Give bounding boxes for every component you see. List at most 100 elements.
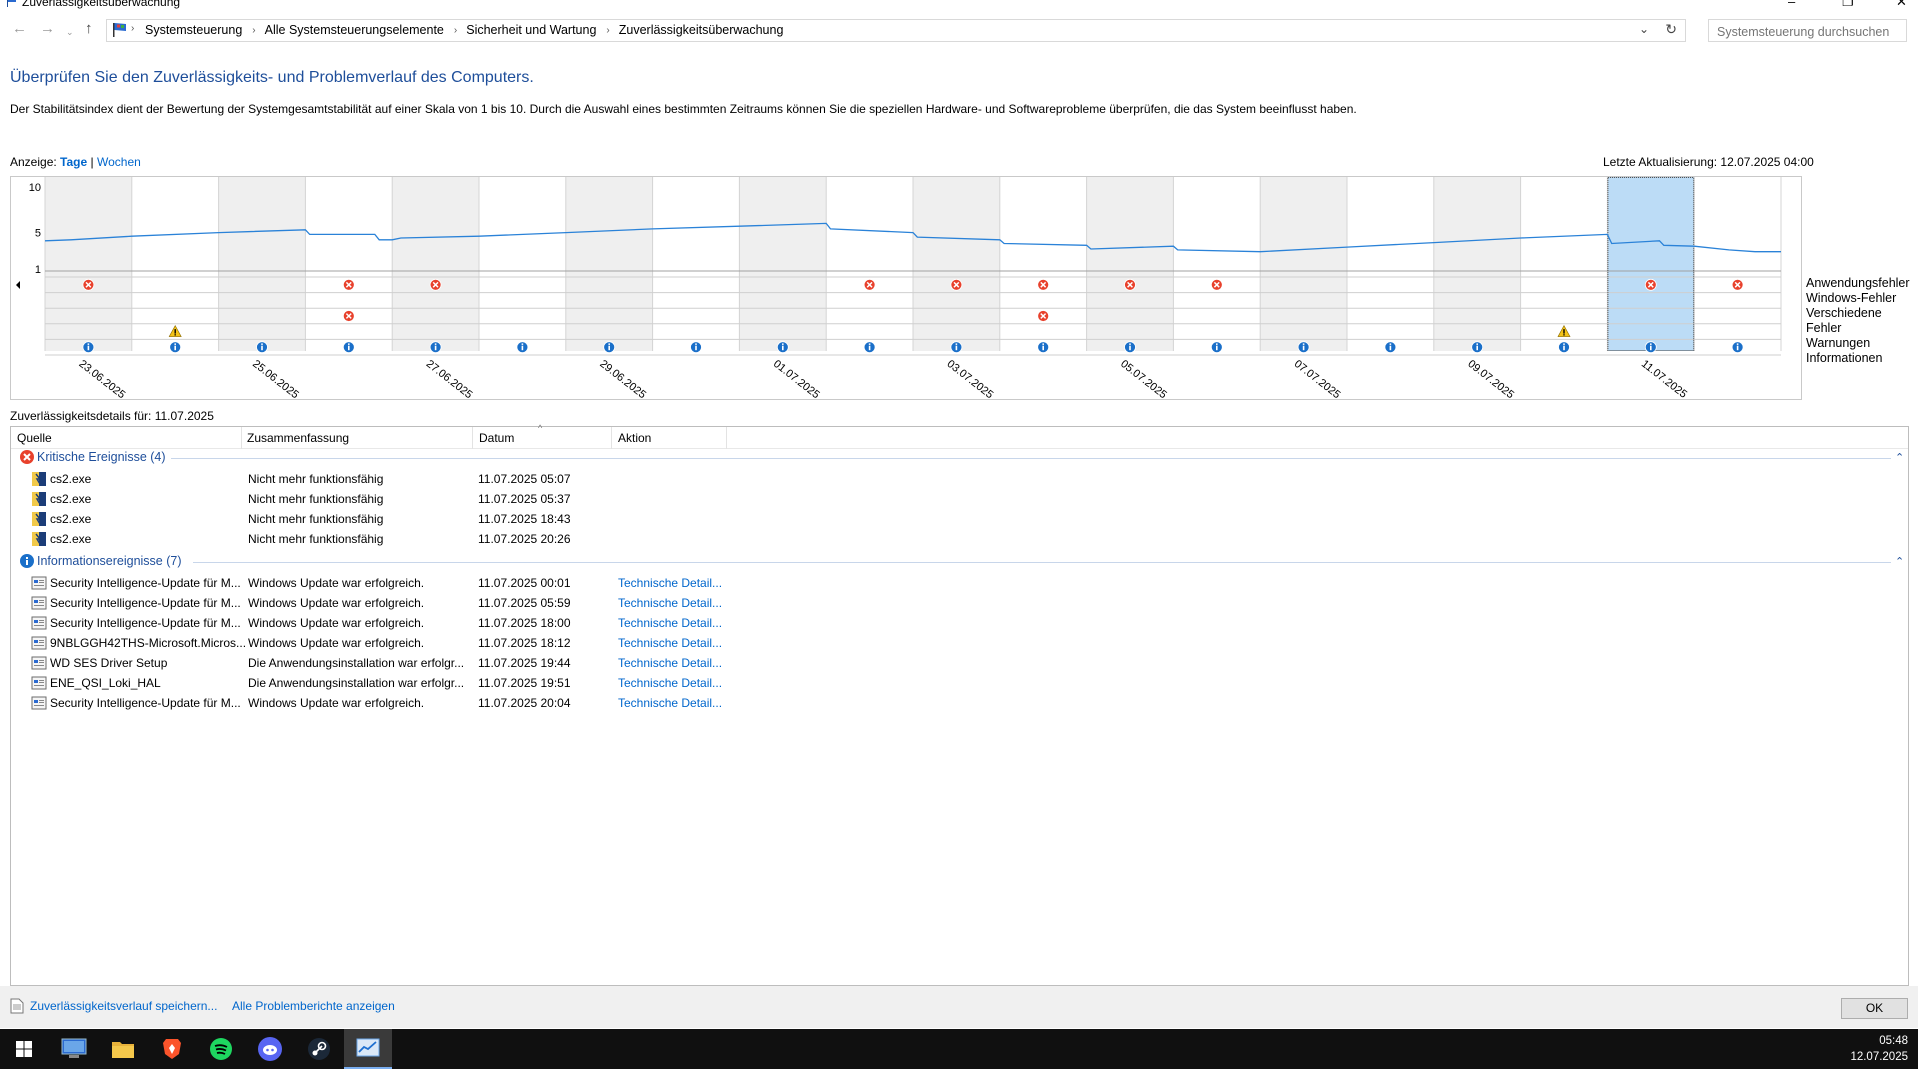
- steam-icon[interactable]: [295, 1029, 343, 1069]
- back-arrow-icon[interactable]: ←: [12, 21, 27, 37]
- up-arrow-icon[interactable]: ↑: [85, 21, 93, 37]
- row-date: 11.07.2025 05:37: [478, 492, 571, 506]
- table-row[interactable]: cs2.exe Nicht mehr funktionsfähig 11.07.20…: [11, 529, 1908, 549]
- table-row[interactable]: cs2.exe Nicht mehr funktionsfähig 11.07.20…: [11, 489, 1908, 509]
- brave-browser-icon[interactable]: [148, 1029, 196, 1069]
- collapse-chevron-icon[interactable]: ⌃: [1895, 451, 1904, 464]
- x-tick-label: 03.07.2025: [945, 358, 996, 399]
- crumb-all-items[interactable]: Alle Systemsteuerungselemente: [265, 23, 444, 37]
- technical-details-link[interactable]: Technische Detail...: [618, 656, 722, 670]
- discord-icon[interactable]: [246, 1029, 294, 1069]
- close-button[interactable]: ✕: [1896, 0, 1907, 10]
- address-bar[interactable]: › Systemsteuerung › Alle Systemsteuerungs…: [106, 19, 1686, 42]
- row-source: Security Intelligence-Update für M...: [50, 696, 241, 710]
- info-icon-dot: [1563, 343, 1565, 345]
- crumb-reliability-monitor[interactable]: Zuverlässigkeitsüberwachung: [619, 23, 784, 37]
- table-row[interactable]: cs2.exe Nicht mehr funktionsfähig 11.07.20…: [11, 509, 1908, 529]
- col-date[interactable]: Datum: [479, 431, 514, 445]
- col-summary[interactable]: Zusammenfassung: [247, 431, 349, 445]
- file-explorer-icon[interactable]: [99, 1029, 147, 1069]
- crumb-security-maintenance[interactable]: Sicherheit und Wartung: [466, 23, 596, 37]
- technical-details-link[interactable]: Technische Detail...: [618, 576, 722, 590]
- application-icon: [32, 472, 46, 486]
- info-icon-dot: [348, 343, 350, 345]
- row-source: cs2.exe: [50, 472, 92, 486]
- forward-arrow-icon[interactable]: →: [40, 21, 55, 37]
- windows-start-icon[interactable]: [0, 1029, 48, 1069]
- technical-details-link[interactable]: Technische Detail...: [618, 596, 722, 610]
- critical-events-title: Kritische Ereignisse (4): [37, 450, 166, 464]
- info-icon-dot: [1389, 343, 1392, 345]
- y-tick-label: 10: [29, 182, 41, 194]
- table-row[interactable]: WD SES Driver Setup Die Anwendungsinstall…: [11, 653, 1908, 673]
- control-panel-icon[interactable]: [50, 1029, 98, 1069]
- table-row[interactable]: Security Intelligence-Update für M... Win…: [11, 593, 1908, 613]
- table-row[interactable]: cs2.exe Nicht mehr funktionsfähig 11.07.20…: [11, 469, 1908, 489]
- table-row[interactable]: Security Intelligence-Update für M... Win…: [11, 573, 1908, 593]
- update-icon: [31, 656, 47, 670]
- technical-details-link[interactable]: Technische Detail...: [618, 616, 722, 630]
- row-summary: Nicht mehr funktionsfähig: [248, 492, 384, 506]
- x-tick-label: 07.07.2025: [1292, 358, 1343, 399]
- row-date: 11.07.2025 20:04: [478, 696, 571, 710]
- x-tick-label: 23.06.2025: [77, 358, 128, 399]
- selected-day-column: [1607, 177, 1695, 351]
- table-row[interactable]: Security Intelligence-Update für M... Win…: [11, 693, 1908, 713]
- address-dropdown-chevron-icon[interactable]: ⌄: [1639, 22, 1649, 36]
- search-input[interactable]: [1708, 19, 1907, 42]
- table-row[interactable]: 9NBLGGH42THS-Microsoft.Micros... Windows …: [11, 633, 1908, 653]
- info-icon-mark: [1736, 345, 1739, 351]
- col-source[interactable]: Quelle: [17, 431, 52, 445]
- critical-events-group[interactable]: Kritische Ereignisse (4): [19, 449, 166, 465]
- taskbar: 05:48 12.07.2025: [0, 1029, 1918, 1069]
- crumb-control-panel[interactable]: Systemsteuerung: [145, 23, 242, 37]
- breadcrumb-separator-icon: ›: [131, 23, 135, 34]
- save-history-link[interactable]: Zuverlässigkeitsverlauf speichern...: [30, 999, 217, 1013]
- info-icon-mark: [1476, 345, 1478, 351]
- view-weeks-link[interactable]: Wochen: [97, 155, 141, 169]
- taskbar-clock[interactable]: 05:48 12.07.2025: [1850, 1033, 1908, 1065]
- view-days-link[interactable]: Tage: [60, 155, 87, 169]
- application-icon: [32, 492, 46, 506]
- info-icon-mark: [521, 345, 524, 351]
- technical-details-link[interactable]: Technische Detail...: [618, 696, 722, 710]
- row-summary: Windows Update war erfolgreich.: [248, 636, 425, 650]
- information-events-group[interactable]: Informationsereignisse (7): [19, 553, 182, 569]
- group-divider: [171, 458, 1891, 459]
- table-row[interactable]: Security Intelligence-Update für M... Win…: [11, 613, 1908, 633]
- info-icon-mark: [1129, 345, 1131, 351]
- info-icon-mark: [434, 345, 437, 351]
- technical-details-link[interactable]: Technische Detail...: [618, 636, 722, 650]
- col-action[interactable]: Aktion: [618, 431, 651, 445]
- chevron-right-icon: ›: [252, 24, 256, 36]
- window-title: Zuverlässigkeitsüberwachung: [22, 0, 181, 9]
- all-reports-link[interactable]: Alle Problemberichte anzeigen: [232, 999, 395, 1013]
- info-icon-dot: [174, 343, 176, 345]
- ok-button[interactable]: OK: [1841, 998, 1908, 1019]
- column-header: Quelle Zusammenfassung Datum ^ Aktion: [11, 423, 1908, 449]
- collapse-chevron-icon[interactable]: ⌃: [1895, 555, 1904, 568]
- info-icon-dot: [1650, 343, 1652, 345]
- recent-locations-chevron-icon[interactable]: ⌄: [66, 24, 74, 40]
- row-source: 9NBLGGH42THS-Microsoft.Micros...: [50, 636, 247, 650]
- legend-misc-errors: Verschiedene Fehler: [1806, 306, 1882, 335]
- minimize-button[interactable]: –: [1788, 0, 1795, 9]
- day-column: [1694, 177, 1781, 351]
- day-column: [739, 177, 827, 351]
- technical-details-link[interactable]: Technische Detail...: [618, 676, 722, 690]
- day-column: [826, 177, 913, 351]
- row-date: 11.07.2025 18:43: [478, 512, 571, 526]
- x-tick-label: 29.06.2025: [597, 358, 648, 399]
- maximize-button[interactable]: ❐: [1842, 0, 1854, 10]
- spotify-icon[interactable]: [197, 1029, 245, 1069]
- info-icon-mark: [1650, 345, 1652, 351]
- refresh-icon[interactable]: ↻: [1665, 21, 1677, 38]
- info-icon-dot: [1042, 343, 1044, 345]
- info-icon-dot: [521, 343, 524, 345]
- reliability-chart[interactable]: 10 5 1 23.06.2025 25.06.2025 27.06.2025 29.06.…: [10, 176, 1802, 400]
- info-icon-dot: [868, 343, 871, 345]
- reliability-monitor-icon[interactable]: [344, 1029, 392, 1069]
- scroll-left-icon[interactable]: [16, 281, 20, 289]
- table-row[interactable]: ENE_QSI_Loki_HAL Die Anwendungsinstallati…: [11, 673, 1908, 693]
- info-icon-mark: [608, 345, 610, 351]
